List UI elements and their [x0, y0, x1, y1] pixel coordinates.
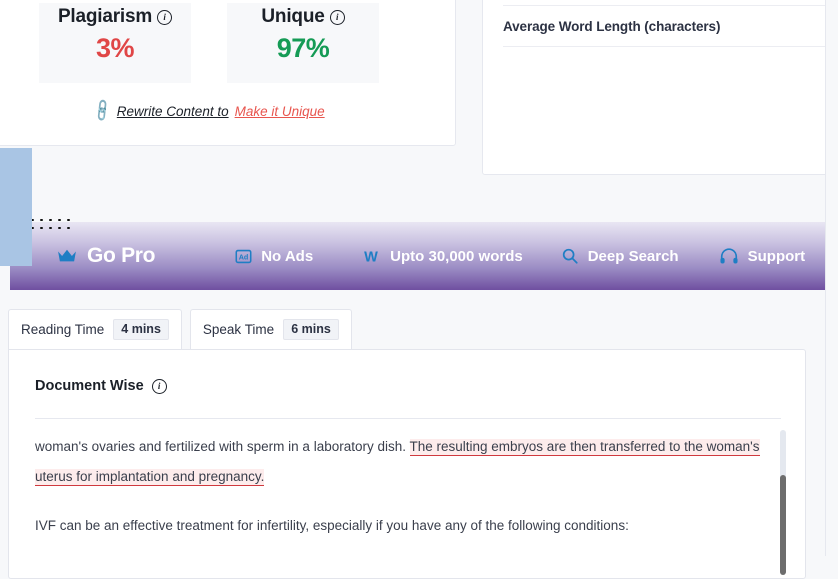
document-paragraph: woman's ovaries and fertilized with sper…	[35, 432, 773, 492]
go-pro-item-label: Upto 30,000 words	[390, 248, 523, 265]
document-wise-heading: Document Wise i	[35, 378, 167, 394]
score-box-group: Plagiarism i 3% Unique i 97%	[0, 3, 457, 83]
document-wise-panel: Document Wise i woman's ovaries and fert…	[8, 349, 806, 579]
rewrite-content-link[interactable]: 🔗 Rewrite Content to Make it Unique	[0, 103, 457, 120]
plagiarism-score-box: Plagiarism i 3%	[39, 3, 191, 83]
page-scrollbar[interactable]	[825, 0, 838, 556]
tab-label: Speak Time	[203, 322, 274, 337]
go-pro-item-label: No Ads	[261, 248, 313, 265]
go-pro-item-no-ads[interactable]: Ad No Ads	[235, 248, 313, 265]
text-statistics-card: Syllables 1185 Sentences 41 Unique Word(…	[482, 0, 838, 175]
unique-label: Unique	[261, 6, 324, 28]
unique-score-box: Unique i 97%	[227, 3, 379, 83]
plagiarism-score-heading: Plagiarism i	[58, 6, 172, 28]
rewrite-lead-text: Rewrite Content to	[117, 104, 229, 119]
plagiarism-label: Plagiarism	[58, 6, 152, 28]
info-icon[interactable]: i	[157, 10, 172, 25]
tab-reading-time[interactable]: Reading Time 4 mins	[8, 309, 182, 349]
document-paragraph: IVF can be an effective treatment for in…	[35, 511, 773, 541]
make-it-unique-link[interactable]: Make it Unique	[235, 104, 325, 119]
plagiarism-value: 3%	[96, 33, 134, 64]
divider	[35, 418, 781, 419]
drag-handle-dots[interactable]	[28, 216, 70, 232]
go-pro-item-word-limit[interactable]: W Upto 30,000 words	[361, 248, 523, 265]
tab-label: Reading Time	[21, 322, 104, 337]
tab-value-pill: 6 mins	[283, 319, 339, 340]
unique-value: 97%	[277, 33, 330, 64]
document-scrollbar-thumb[interactable]	[780, 475, 786, 575]
crown-icon	[56, 248, 78, 264]
search-icon	[561, 247, 579, 265]
plagiarism-summary-card: Plagiarism i 3% Unique i 97% 🔗 Rewrite C…	[0, 0, 456, 146]
stat-label: Average Word Length (characters)	[503, 19, 720, 34]
go-pro-item-label: Support	[748, 248, 806, 265]
tab-value-pill: 4 mins	[113, 319, 169, 340]
svg-text:W: W	[364, 249, 378, 265]
go-pro-title-label: Go Pro	[87, 244, 155, 268]
headset-icon	[719, 248, 739, 265]
unique-score-heading: Unique i	[261, 6, 344, 28]
svg-text:Ad: Ad	[239, 252, 249, 261]
document-text-body[interactable]: woman's ovaries and fertilized with sper…	[35, 432, 773, 567]
ad-icon: Ad	[235, 248, 252, 265]
go-pro-item-deep-search[interactable]: Deep Search	[561, 247, 679, 265]
document-paragraph-plain: woman's ovaries and fertilized with sper…	[35, 439, 410, 454]
go-pro-item-support[interactable]: Support	[719, 248, 806, 265]
w-letter-icon: W	[361, 248, 381, 265]
summary-cards-row: Plagiarism i 3% Unique i 97% 🔗 Rewrite C…	[0, 0, 838, 180]
info-icon[interactable]: i	[330, 10, 345, 25]
document-wise-title: Document Wise	[35, 378, 144, 394]
go-pro-title[interactable]: Go Pro	[56, 244, 155, 268]
go-pro-banner[interactable]: Go Pro Ad No Ads W Upto 30,000 words Dee…	[10, 222, 838, 290]
side-tab-backdrop: e	[0, 148, 32, 266]
link-icon: 🔗	[90, 99, 114, 123]
stat-row-average-word-length: Average Word Length (characters) 4.9	[503, 6, 838, 47]
info-icon[interactable]: i	[152, 379, 167, 394]
tab-speak-time[interactable]: Speak Time 6 mins	[190, 309, 352, 349]
go-pro-item-label: Deep Search	[588, 248, 679, 265]
time-tabs: Reading Time 4 mins Speak Time 6 mins	[8, 309, 352, 349]
